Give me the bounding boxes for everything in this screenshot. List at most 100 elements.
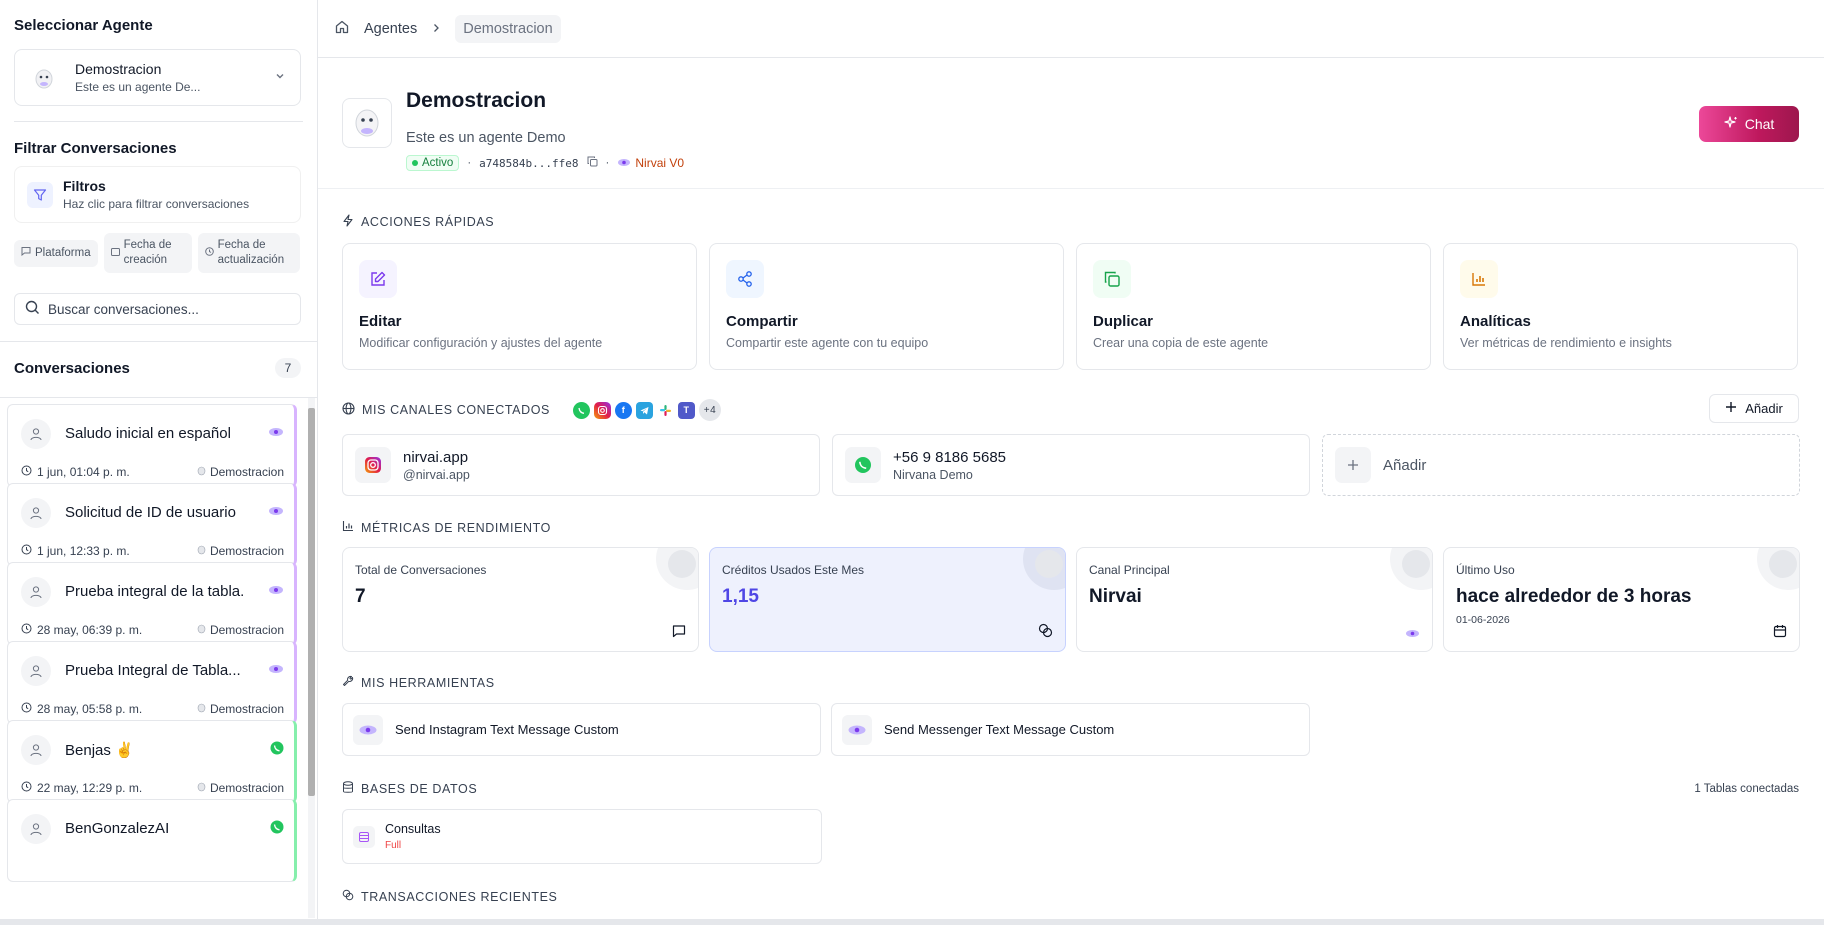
conversations-title: Conversaciones	[14, 359, 130, 377]
channel-card-whatsapp[interactable]: +56 9 8186 5685 Nirvana Demo	[832, 434, 1310, 496]
copy-icon	[1093, 260, 1131, 298]
edit-action-card[interactable]: Editar Modificar configuración y ajustes…	[342, 243, 697, 370]
share-action-name: Compartir	[726, 313, 798, 330]
user-icon	[21, 498, 51, 528]
database-icon	[342, 781, 354, 797]
conversation-title: Solicitud de ID de usuario	[65, 504, 236, 521]
agent-mini-icon	[197, 544, 206, 558]
tool-card[interactable]: Send Instagram Text Message Custom	[342, 703, 821, 756]
conversation-item[interactable]: Benjas ✌️ 22 may, 12:29 p. m. Demostraci…	[7, 720, 297, 803]
conversation-item[interactable]: Prueba integral de la tabla... 28 may, 0…	[7, 562, 297, 645]
clock-icon	[21, 544, 32, 558]
coins-icon	[342, 889, 354, 904]
database-name: Consultas	[385, 822, 441, 836]
scrollbar-thumb[interactable]	[308, 408, 315, 796]
conversation-list: Saludo inicial en español 1 jun, 01:04 p…	[0, 397, 318, 920]
calendar-icon	[1773, 624, 1787, 641]
conversation-title: Prueba integral de la tabla...	[65, 583, 245, 600]
metric-total-conversations: Total de Conversaciones 7	[342, 547, 699, 652]
tool-card[interactable]: Send Messenger Text Message Custom	[831, 703, 1310, 756]
agent-selector[interactable]: Demostracion Este es un agente De...	[14, 49, 301, 106]
agent-model: Nirvai V0	[617, 156, 684, 170]
more-channels-badge[interactable]: +4	[699, 399, 721, 421]
nirvai-icon	[842, 714, 872, 745]
transactions-title-text: TRANSACCIONES RECIENTES	[361, 889, 558, 904]
tools-title: MIS HERRAMIENTAS	[342, 675, 495, 690]
nirvai-icon	[617, 156, 631, 170]
conversation-agent: Demostracion	[197, 623, 284, 637]
edit-icon	[359, 260, 397, 298]
copy-icon[interactable]	[587, 156, 598, 170]
conversation-date: 28 may, 05:58 p. m.	[21, 702, 142, 716]
chat-button-label: Chat	[1744, 116, 1775, 132]
chip-platform[interactable]: Plataforma	[14, 240, 98, 267]
chip-created-date[interactable]: Fecha de creación	[103, 233, 192, 273]
share-action-description: Compartir este agente con tu equipo	[726, 336, 929, 350]
tool-name: Send Instagram Text Message Custom	[395, 722, 619, 737]
chip-updated-date[interactable]: Fecha de actualización	[197, 233, 300, 273]
conversation-agent: Demostracion	[197, 781, 284, 795]
conversation-date: 1 jun, 12:33 p. m.	[21, 544, 130, 558]
agent-mini-icon	[197, 623, 206, 637]
agent-selector-name: Demostracion	[75, 61, 162, 77]
user-icon	[21, 419, 51, 449]
databases-count: 1 Tablas conectadas	[1694, 783, 1799, 795]
conversation-agent-text: Demostracion	[209, 702, 284, 716]
conversation-title: Saludo inicial en español	[65, 425, 231, 442]
bar-chart-icon	[342, 520, 354, 535]
metric-label: Canal Principal	[1089, 563, 1170, 577]
metric-last-use: Último Uso hace alrededor de 3 horas 01-…	[1443, 547, 1800, 652]
filters-hint: Haz clic para filtrar conversaciones	[63, 197, 250, 211]
separator: ·	[467, 157, 472, 169]
conversation-date: 22 may, 12:29 p. m.	[21, 781, 142, 795]
chat-button[interactable]: Chat	[1699, 106, 1799, 142]
chevron-down-icon	[274, 70, 286, 85]
agent-avatar	[29, 63, 59, 93]
add-channel-button[interactable]: Añadir	[1709, 394, 1799, 423]
add-channel-label: Añadir	[1745, 401, 1783, 416]
analytics-action-description: Ver métricas de rendimiento e insights	[1460, 336, 1672, 350]
slack-icon	[657, 402, 674, 419]
breadcrumb-agents-link[interactable]: Agentes	[364, 21, 417, 37]
conversation-scrollbar[interactable]	[308, 398, 315, 918]
add-channel-card[interactable]: Añadir	[1322, 434, 1800, 496]
bottom-scroll-strip	[0, 919, 1824, 925]
conversation-date: 28 may, 06:39 p. m.	[21, 623, 142, 637]
chip-platform-label: Plataforma	[35, 247, 91, 260]
whatsapp-icon	[573, 401, 590, 419]
search-icon	[25, 300, 40, 318]
conversation-item[interactable]: Solicitud de ID de usuario 1 jun, 12:33 …	[7, 483, 297, 566]
chip-updated-label: Fecha de actualización	[217, 239, 285, 266]
conversation-title: BenGonzalezAI	[65, 820, 170, 837]
clock-icon	[21, 623, 32, 637]
nirvai-icon	[1405, 626, 1420, 641]
channels-title-text: MIS CANALES CONECTADOS	[362, 403, 550, 417]
duplicate-action-card[interactable]: Duplicar Crear una copia de este agente	[1076, 243, 1431, 370]
metric-value: hace alrededor de 3 horas	[1456, 586, 1692, 607]
search-box	[14, 293, 301, 325]
channel-card-instagram[interactable]: nirvai.app @nirvai.app	[342, 434, 820, 496]
search-input[interactable]	[48, 301, 288, 317]
user-icon	[21, 656, 51, 686]
analytics-action-card[interactable]: Analíticas Ver métricas de rendimiento e…	[1443, 243, 1798, 370]
metrics-title: MÉTRICAS DE RENDIMIENTO	[342, 520, 551, 535]
conversations-count-badge: 7	[275, 358, 301, 378]
coins-icon	[1038, 623, 1053, 641]
instagram-icon	[355, 447, 391, 483]
share-action-card[interactable]: Compartir Compartir este agente con tu e…	[709, 243, 1064, 370]
conversation-date-text: 28 may, 05:58 p. m.	[37, 702, 143, 716]
conversation-item[interactable]: BenGonzalezAI	[7, 799, 297, 882]
database-card[interactable]: Consultas Full	[342, 809, 822, 864]
databases-title: BASES DE DATOS	[342, 781, 477, 797]
conversation-item[interactable]: Saludo inicial en español 1 jun, 01:04 p…	[7, 404, 297, 487]
nirvai-icon	[353, 714, 383, 745]
agent-id: a748584b...ffe8	[479, 156, 579, 170]
wrench-icon	[342, 675, 354, 690]
filters-button[interactable]: Filtros Haz clic para filtrar conversaci…	[14, 166, 301, 223]
teams-icon: T	[678, 401, 695, 419]
conversation-agent: Demostracion	[197, 465, 284, 479]
conversation-item[interactable]: Prueba Integral de Tabla... 28 may, 05:5…	[7, 641, 297, 724]
plus-icon	[1335, 447, 1371, 483]
home-icon[interactable]	[334, 19, 350, 39]
filter-title: Filtrar Conversaciones	[14, 140, 177, 157]
